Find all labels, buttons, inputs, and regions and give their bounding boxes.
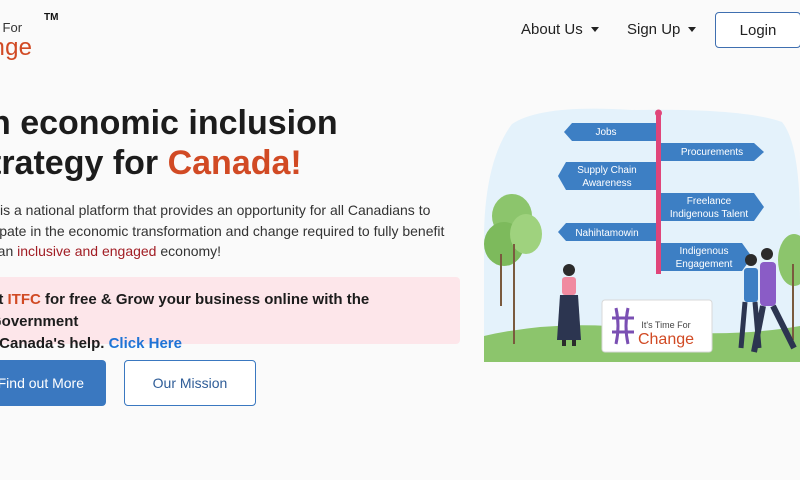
sign-supply-label-2: Awareness: [582, 178, 631, 189]
hero-title-accent: Canada!: [167, 144, 302, 182]
hero-desc-line3: n an inclusive and engaged economy!: [0, 241, 466, 262]
header: ime For TM ange About Us Sign Up Login: [0, 0, 800, 64]
sign-nahihtamowin-label: Nahihtamowin: [575, 228, 638, 239]
find-out-more-button[interactable]: Find out More: [0, 360, 106, 406]
nav-sign-up[interactable]: Sign Up: [627, 21, 697, 38]
login-button[interactable]: Login: [715, 12, 800, 48]
hero-title: n economic inclusion trategy for Canada!: [0, 103, 338, 183]
itfc-board: It's Time For Change: [601, 299, 713, 353]
chevron-down-icon: [590, 27, 599, 32]
board-top-text: It's Time For: [641, 320, 690, 330]
promo-itfc: ITFC: [7, 291, 41, 308]
sign-indigenous-label-2: Engagement: [676, 259, 733, 270]
promo-banner: et ITFC for free & Grow your business on…: [0, 277, 460, 352]
sign-indigenous: Indigenous Engagement: [661, 243, 752, 271]
sign-supply-label-1: Supply Chain: [577, 165, 636, 176]
our-mission-button[interactable]: Our Mission: [124, 360, 256, 406]
promo-text: et ITFC for free & Grow your business on…: [0, 289, 460, 355]
signpost-illustration: Jobs Procurements Supply Chain Awareness…: [483, 108, 800, 362]
sign-pole: [656, 112, 661, 274]
nav-about-us-label: About Us: [521, 21, 583, 38]
hero-desc-line2: icipate in the economic transformation a…: [0, 222, 445, 239]
chevron-down-icon: [688, 27, 697, 32]
hero-desc-highlight: inclusive and engaged: [17, 243, 157, 259]
sign-jobs-label: Jobs: [595, 127, 616, 138]
sign-indigenous-label-1: Indigenous: [680, 246, 729, 257]
sign-freelance-label-2: Indigenous Talent: [670, 209, 748, 220]
nav-sign-up-label: Sign Up: [627, 21, 681, 38]
hero-desc-line1: C is a national platform that provides a…: [0, 202, 431, 218]
page: ime For TM ange About Us Sign Up Login n…: [0, 0, 800, 480]
hero-desc-line3-pre: n an: [0, 243, 14, 259]
board-bottom-text: Change: [638, 331, 694, 348]
sign-freelance: Freelance Indigenous Talent: [661, 193, 764, 221]
logo-bottom-text: ange: [0, 34, 33, 61]
sign-procurements-label: Procurements: [681, 147, 743, 158]
sign-procurements: Procurements: [661, 143, 764, 161]
click-here-link[interactable]: Click Here: [109, 335, 182, 352]
promo-line1-pre: et: [0, 291, 4, 308]
logo-trademark: TM: [44, 12, 59, 23]
hero-desc-line3-post: economy!: [156, 243, 222, 259]
hero-title-line2-text: trategy for: [0, 144, 168, 182]
promo-line1-post: for free & Grow your business online wit…: [0, 291, 370, 330]
brand-logo[interactable]: ime For TM ange: [0, 12, 59, 61]
promo-line2: f Canada's help. Click Here: [0, 333, 460, 355]
hero-title-line1: n economic inclusion: [0, 104, 338, 142]
hero-description: C is a national platform that provides a…: [0, 200, 466, 262]
sign-jobs: Jobs: [564, 123, 656, 141]
promo-line2-pre: f Canada's help.: [0, 335, 109, 352]
logo-top-text: ime For: [0, 20, 23, 35]
sign-freelance-label-1: Freelance: [687, 196, 732, 207]
nav-about-us[interactable]: About Us: [521, 21, 599, 38]
sign-nahihtamowin: Nahihtamowin: [558, 223, 656, 241]
promo-line1: et ITFC for free & Grow your business on…: [0, 289, 460, 333]
hero-title-line2: trategy for Canada!: [0, 143, 338, 183]
sign-supply-chain: Supply Chain Awareness: [558, 162, 656, 190]
